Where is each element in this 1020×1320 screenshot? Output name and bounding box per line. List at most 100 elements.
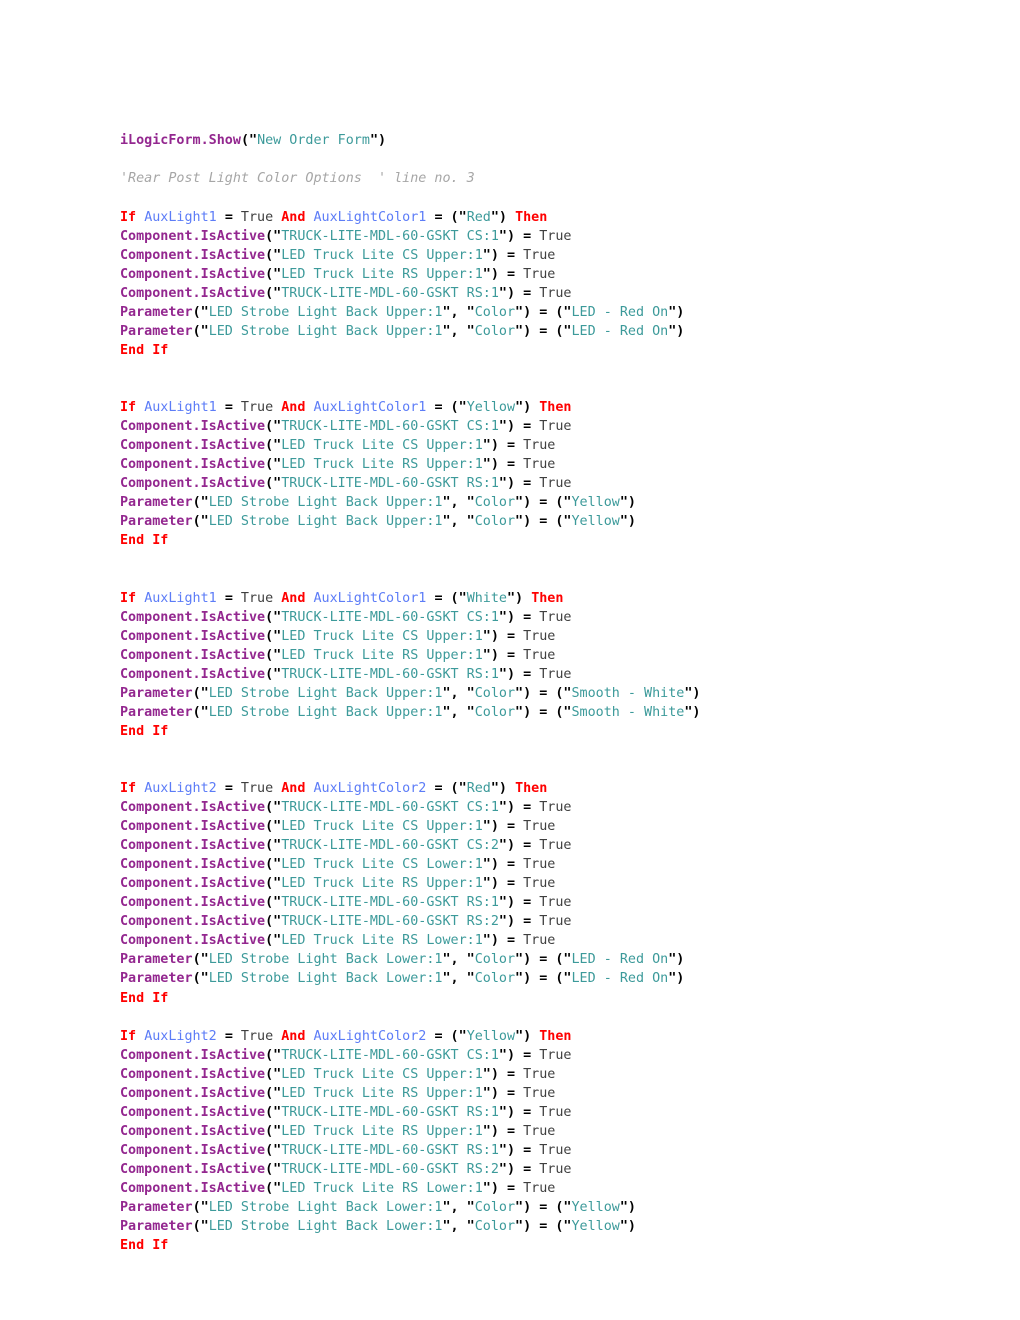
code-token-keyword: If — [120, 1028, 137, 1044]
code-token-function: Component.IsActive — [120, 1085, 266, 1101]
code-line: Component.IsActive("LED Truck Lite CS Up… — [120, 436, 980, 455]
code-token-punct: (" — [265, 285, 282, 301]
code-token-function: Component.IsActive — [120, 628, 266, 644]
code-token-plain: True — [515, 1085, 556, 1101]
code-token-punct: ") — [515, 495, 532, 511]
code-token-function: Parameter — [120, 952, 193, 968]
code-token-punct: (" — [265, 457, 282, 473]
code-token-string: TRUCK-LITE-MDL-60-GSKT CS:1 — [281, 609, 499, 625]
code-token-string: TRUCK-LITE-MDL-60-GSKT RS:1 — [281, 285, 499, 301]
code-token-punct: (" — [265, 1123, 282, 1139]
code-token-punct: (" — [265, 609, 282, 625]
code-token-operator: = — [523, 838, 532, 854]
code-token-punct: ", " — [442, 495, 475, 511]
code-token-punct: ") — [619, 1219, 636, 1235]
code-token-punct: ") — [498, 609, 516, 625]
code-token-variable: AuxLight1 — [144, 209, 217, 225]
code-token-punct: ") — [619, 495, 636, 511]
code-line: Parameter("LED Strobe Light Back Lower:1… — [120, 1217, 980, 1236]
code-token-punct: (" — [265, 1104, 282, 1120]
code-token-keyword: Then — [515, 780, 548, 796]
code-line: Parameter("LED Strobe Light Back Upper:1… — [120, 703, 980, 722]
code-token-operator: = — [523, 1142, 532, 1158]
code-token-string: LED Strobe Light Back Upper:1 — [208, 495, 443, 511]
code-token-plain: True — [515, 438, 556, 454]
code-token-string: Color — [474, 1200, 516, 1216]
code-token-string: Color — [474, 952, 516, 968]
code-token-punct: (" — [442, 590, 467, 606]
code-token-operator: = — [523, 1161, 532, 1177]
code-token-string: Red — [466, 780, 491, 796]
code-token-string: LED Strobe Light Back Upper:1 — [208, 514, 443, 530]
code-token-punct: (" — [265, 895, 282, 911]
code-token-punct: ") — [507, 590, 524, 606]
code-listing[interactable]: iLogicForm.Show("New Order Form") 'Rear … — [120, 131, 980, 1255]
code-token-punct: (" — [192, 685, 209, 701]
code-token-punct: ") — [515, 704, 532, 720]
code-token-punct: (" — [442, 209, 467, 225]
code-token-punct: ") — [515, 514, 532, 530]
code-token-punct: (" — [547, 1200, 572, 1216]
code-line: Parameter("LED Strobe Light Back Upper:1… — [120, 322, 980, 341]
code-token-function: Component.IsActive — [120, 819, 266, 835]
code-token-string: TRUCK-LITE-MDL-60-GSKT CS:2 — [281, 838, 499, 854]
code-token-punct: ") — [498, 228, 516, 244]
code-token-operator: = — [523, 666, 532, 682]
code-token-string: LED Strobe Light Back Lower:1 — [208, 1200, 443, 1216]
code-line: Component.IsActive("TRUCK-LITE-MDL-60-GS… — [120, 417, 980, 436]
code-token-operator: = — [506, 819, 516, 835]
code-token-punct: (" — [265, 666, 282, 682]
code-token-function: Component.IsActive — [120, 895, 266, 911]
code-token-punct: (" — [265, 476, 282, 492]
code-token-punct: ") — [684, 685, 701, 701]
code-token-plain: True — [515, 1180, 556, 1196]
code-token-punct: ") — [515, 685, 532, 701]
code-token-string: Color — [474, 323, 516, 339]
code-token-plain: True — [232, 590, 282, 606]
code-token-punct: ") — [515, 952, 532, 968]
code-line: Parameter("LED Strobe Light Back Lower:1… — [120, 1198, 980, 1217]
code-token-operator: = — [506, 457, 516, 473]
code-token-string: TRUCK-LITE-MDL-60-GSKT CS:1 — [281, 419, 499, 435]
code-token-plain: True — [531, 1161, 572, 1177]
code-token-punct: (" — [442, 1028, 467, 1044]
code-token-punct: ") — [498, 666, 516, 682]
code-token-plain: True — [531, 666, 572, 682]
code-token-plain: True — [232, 209, 282, 225]
code-line: Parameter("LED Strobe Light Back Upper:1… — [120, 493, 980, 512]
code-token-string: TRUCK-LITE-MDL-60-GSKT RS:1 — [281, 666, 499, 682]
code-token-string: TRUCK-LITE-MDL-60-GSKT RS:1 — [281, 1104, 499, 1120]
code-token-punct: ") — [515, 304, 532, 320]
code-token-plain: True — [232, 780, 282, 796]
code-token-string: Color — [474, 304, 516, 320]
code-line: Component.IsActive("TRUCK-LITE-MDL-60-GS… — [120, 1046, 980, 1065]
code-token-keyword: If — [120, 209, 137, 225]
code-token-plain: True — [531, 1142, 572, 1158]
code-token-plain: True — [515, 819, 556, 835]
code-token-operator: = — [523, 914, 532, 930]
code-token-punct: (" — [265, 228, 282, 244]
code-token-punct: ") — [482, 647, 499, 663]
code-token-string: LED - Red On — [571, 952, 669, 968]
code-token-punct: ") — [619, 1200, 636, 1216]
code-token-punct: ") — [498, 419, 516, 435]
code-line: Component.IsActive("LED Truck Lite RS Up… — [120, 874, 980, 893]
code-line: Component.IsActive("TRUCK-LITE-MDL-60-GS… — [120, 474, 980, 493]
code-token-keyword: And — [281, 590, 306, 606]
code-token-punct: ") — [498, 285, 516, 301]
code-token-function: Parameter — [120, 304, 193, 320]
code-token-string: LED - Red On — [571, 971, 669, 987]
